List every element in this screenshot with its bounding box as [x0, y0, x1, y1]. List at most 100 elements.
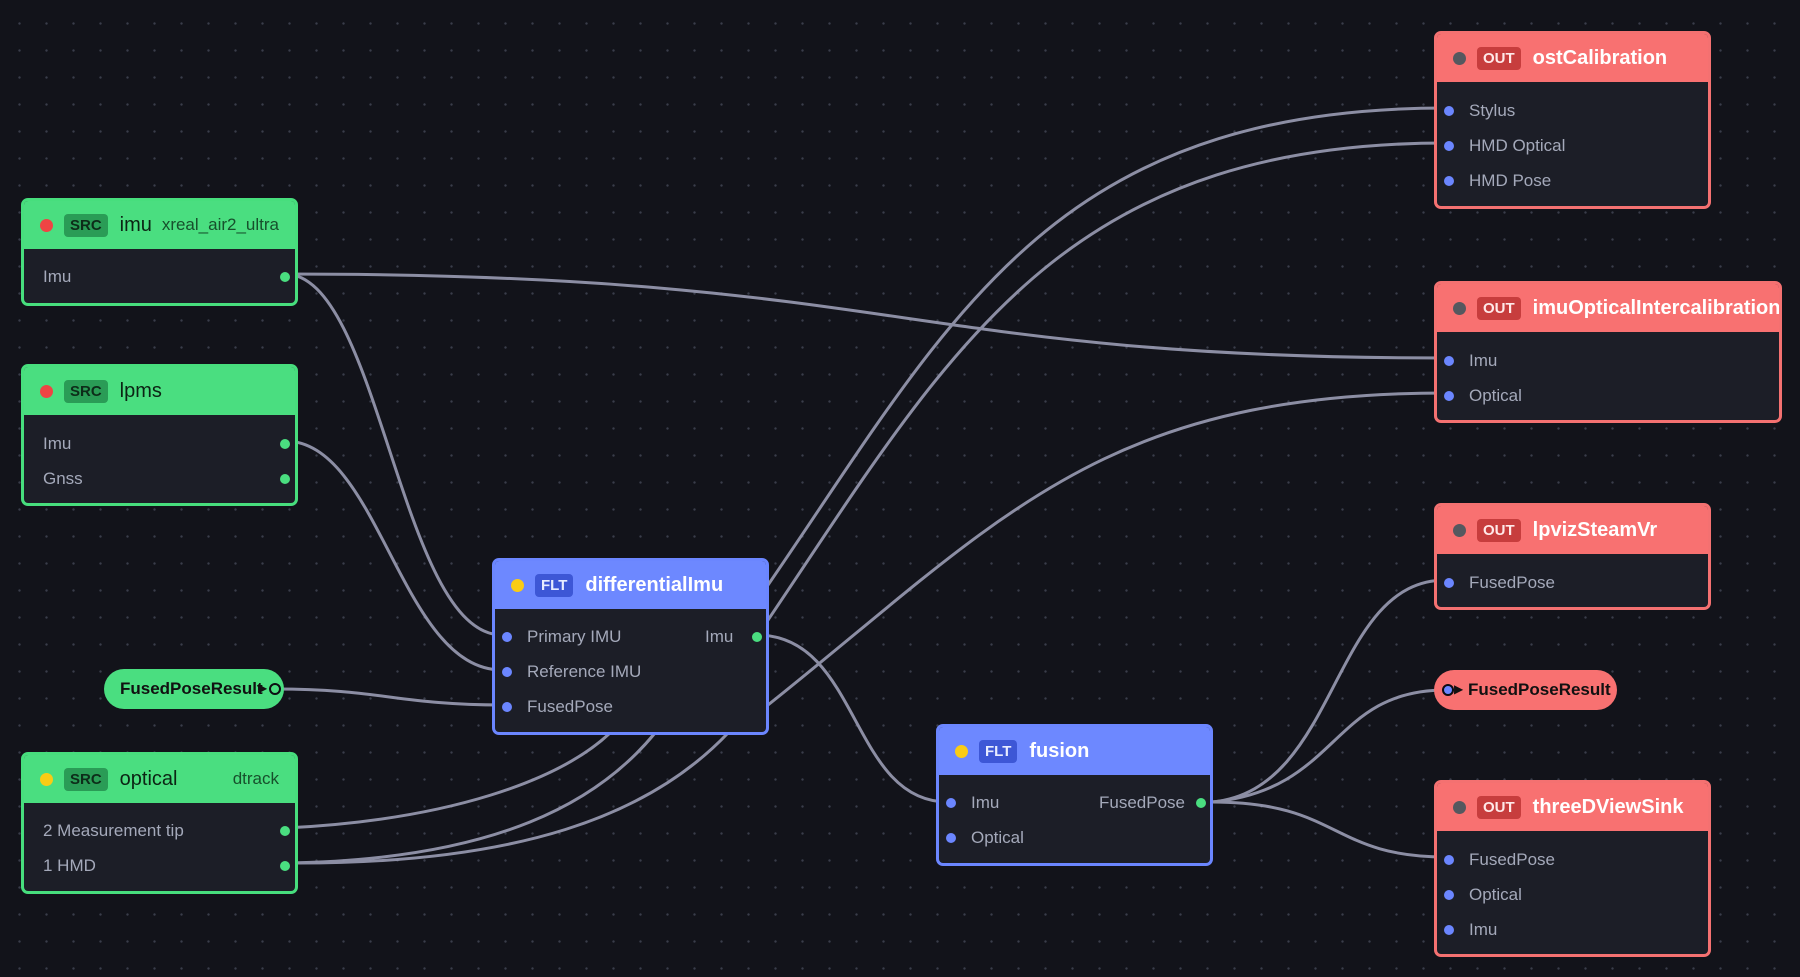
output-port-handle[interactable]	[280, 439, 290, 449]
input-port-handle[interactable]	[502, 632, 512, 642]
wire-fusion-to-3dview[interactable]	[1210, 800, 1448, 859]
play-arrow-icon: ▶	[1454, 682, 1464, 696]
input-port-handle[interactable]	[946, 798, 956, 808]
input-port-handle[interactable]	[1444, 391, 1454, 401]
node-title: differentialImu	[585, 573, 724, 596]
node-header[interactable]: OUT ostCalibration	[1437, 34, 1708, 82]
node-header[interactable]: OUT imuOpticalIntercalibration	[1437, 284, 1779, 332]
node-title: lpvizSteamVr	[1532, 518, 1658, 541]
input-port-handle[interactable]	[1444, 855, 1454, 865]
wire-pill-to-fusedpose[interactable]	[273, 687, 504, 707]
input-port-label: Reference IMU	[527, 662, 642, 681]
node-type-badge: OUT	[1477, 296, 1521, 320]
output-port-label: Gnss	[43, 469, 83, 488]
output-port-handle[interactable]	[280, 826, 290, 836]
node-three-d-view-sink[interactable]: OUT threeDViewSink FusedPose Optical Imu	[1434, 780, 1711, 957]
wire-optical-hmd-2[interactable]	[283, 731, 730, 865]
wire-imu-to-intercal-imu[interactable]	[283, 272, 1448, 360]
wire-lpms-to-reference-imu[interactable]	[283, 439, 504, 672]
input-port-handle[interactable]	[1444, 106, 1454, 116]
input-port-handle[interactable]	[1444, 925, 1454, 935]
status-dot-icon	[1453, 51, 1466, 65]
output-port-handle[interactable]	[280, 272, 290, 282]
node-type-badge: SRC	[64, 213, 108, 237]
status-dot-icon	[1453, 301, 1466, 315]
input-port-handle[interactable]	[1444, 890, 1454, 900]
wire-diffimu-to-hmd-optical[interactable]	[766, 141, 1448, 622]
node-fusion[interactable]: FLT fusion Imu FusedPose Optical	[936, 724, 1213, 866]
output-port-label: 1 HMD	[43, 856, 96, 875]
node-header[interactable]: SRC lpms	[24, 367, 295, 415]
output-port-handle[interactable]	[280, 861, 290, 871]
node-subtitle: dtrack	[232, 769, 279, 788]
output-port-handle[interactable]	[280, 474, 290, 484]
node-ost-calibration[interactable]: OUT ostCalibration Stylus HMD Optical HM…	[1434, 31, 1711, 209]
node-type-badge: SRC	[64, 767, 108, 791]
wire-diffimu-to-stylus[interactable]	[766, 106, 1448, 587]
node-title: fusion	[1029, 739, 1090, 762]
node-title: imu	[119, 213, 152, 236]
node-subtitle: xreal_air2_ultra	[161, 215, 279, 234]
wire-fusion-to-sink-pill[interactable]	[1210, 688, 1448, 804]
wire-optical-hmd-1[interactable]	[283, 731, 657, 865]
node-header[interactable]: FLT fusion	[939, 727, 1210, 775]
pill-port-handle[interactable]	[269, 683, 281, 695]
input-port-handle[interactable]	[1444, 176, 1454, 186]
play-arrow-icon: ▶	[258, 681, 268, 695]
pill-label: FusedPoseResult	[120, 679, 263, 698]
node-type-badge: OUT	[1477, 518, 1521, 542]
input-port-handle[interactable]	[502, 667, 512, 677]
input-port-handle[interactable]	[946, 833, 956, 843]
wire-imu-to-primary-imu[interactable]	[283, 272, 504, 637]
output-port-label: Imu	[705, 627, 734, 646]
input-port-handle[interactable]	[1444, 578, 1454, 588]
output-port-label: Imu	[43, 434, 72, 453]
output-port-label: Imu	[43, 267, 72, 286]
input-port-label: HMD Optical	[1469, 136, 1566, 155]
node-title: ostCalibration	[1532, 46, 1668, 69]
node-imu[interactable]: SRC imu xreal_air2_ultra Imu	[21, 198, 298, 306]
wire-diffimu-to-intercal-optical[interactable]	[766, 391, 1448, 707]
node-header[interactable]: FLT differentialImu	[495, 561, 766, 609]
node-optical[interactable]: SRC optical dtrack 2 Measurement tip 1 H…	[21, 752, 298, 894]
node-type-badge: OUT	[1477, 46, 1521, 70]
input-port-label: HMD Pose	[1469, 171, 1552, 190]
node-type-badge: FLT	[535, 573, 574, 597]
input-port-label: Optical	[1469, 386, 1522, 405]
node-header[interactable]: SRC optical dtrack	[24, 755, 295, 803]
wire-fusion-to-lpviz[interactable]	[1210, 578, 1448, 804]
output-port-label: 2 Measurement tip	[43, 821, 184, 840]
status-dot-icon	[40, 218, 53, 232]
wire-optical-tip[interactable]	[283, 731, 612, 830]
input-port-handle[interactable]	[1444, 356, 1454, 366]
node-lpviz-steamvr[interactable]: OUT lpvizSteamVr FusedPose	[1434, 503, 1711, 610]
node-title: imuOpticalIntercalibration	[1532, 296, 1781, 319]
input-port-label: Stylus	[1469, 101, 1516, 120]
node-title: threeDViewSink	[1532, 795, 1684, 818]
status-dot-icon	[40, 772, 53, 786]
node-header[interactable]: SRC imu xreal_air2_ultra	[24, 201, 295, 249]
input-port-handle[interactable]	[1444, 141, 1454, 151]
fused-pose-result-source-pill[interactable]: FusedPoseResult ▶	[104, 669, 284, 709]
wire-diffimu-to-fusion-imu[interactable]	[755, 633, 950, 804]
node-title: optical	[119, 767, 178, 790]
node-header[interactable]: OUT threeDViewSink	[1437, 783, 1708, 831]
input-port-label: Optical	[1469, 885, 1522, 904]
node-type-badge: FLT	[979, 739, 1018, 763]
input-port-label: Imu	[1469, 351, 1498, 370]
status-dot-icon	[1453, 523, 1466, 537]
node-imu-optical-intercalibration[interactable]: OUT imuOpticalIntercalibration Imu Optic…	[1434, 281, 1782, 423]
status-dot-icon	[955, 744, 968, 758]
pill-port-handle[interactable]	[1442, 684, 1454, 696]
input-port-handle[interactable]	[502, 702, 512, 712]
node-header[interactable]: OUT lpvizSteamVr	[1437, 506, 1708, 554]
output-port-handle[interactable]	[1196, 798, 1206, 808]
fused-pose-result-sink-pill[interactable]: ▶ FusedPoseResult	[1434, 670, 1617, 710]
pill-label: FusedPoseResult	[1468, 680, 1611, 699]
output-port-handle[interactable]	[752, 632, 762, 642]
input-port-label: FusedPose	[1469, 850, 1555, 869]
node-title: lpms	[119, 379, 162, 402]
input-port-label: Imu	[1469, 920, 1498, 939]
node-differential-imu[interactable]: FLT differentialImu Primary IMU Imu Refe…	[492, 558, 769, 735]
node-lpms[interactable]: SRC lpms Imu Gnss	[21, 364, 298, 506]
